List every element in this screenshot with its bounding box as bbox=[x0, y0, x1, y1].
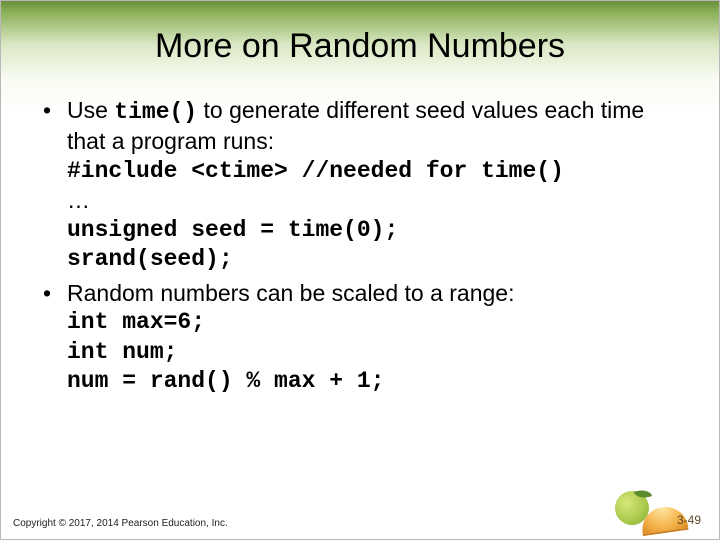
code-line: int num; bbox=[67, 338, 683, 367]
slide: More on Random Numbers Use time() to gen… bbox=[0, 0, 720, 540]
bullet-list: Use time() to generate different seed va… bbox=[37, 96, 683, 396]
code-line: srand(seed); bbox=[67, 245, 683, 274]
slide-body: Use time() to generate different seed va… bbox=[37, 96, 683, 396]
slide-title: More on Random Numbers bbox=[1, 27, 719, 66]
code-line: num = rand() % max + 1; bbox=[67, 367, 683, 396]
page-number: 3-49 bbox=[677, 513, 701, 527]
code-line: unsigned seed = time(0); bbox=[67, 216, 683, 245]
bullet-item: Random numbers can be scaled to a range:… bbox=[37, 279, 683, 397]
bullet-text: Use bbox=[67, 97, 114, 123]
copyright-footer: Copyright © 2017, 2014 Pearson Education… bbox=[13, 518, 228, 529]
inline-code: time() bbox=[114, 99, 197, 125]
bullet-text: Random numbers can be scaled to a range: bbox=[67, 280, 515, 306]
code-line: … bbox=[67, 186, 683, 215]
code-line: #include <ctime> //needed for time() bbox=[67, 157, 683, 186]
bullet-item: Use time() to generate different seed va… bbox=[37, 96, 683, 275]
code-line: int max=6; bbox=[67, 308, 683, 337]
